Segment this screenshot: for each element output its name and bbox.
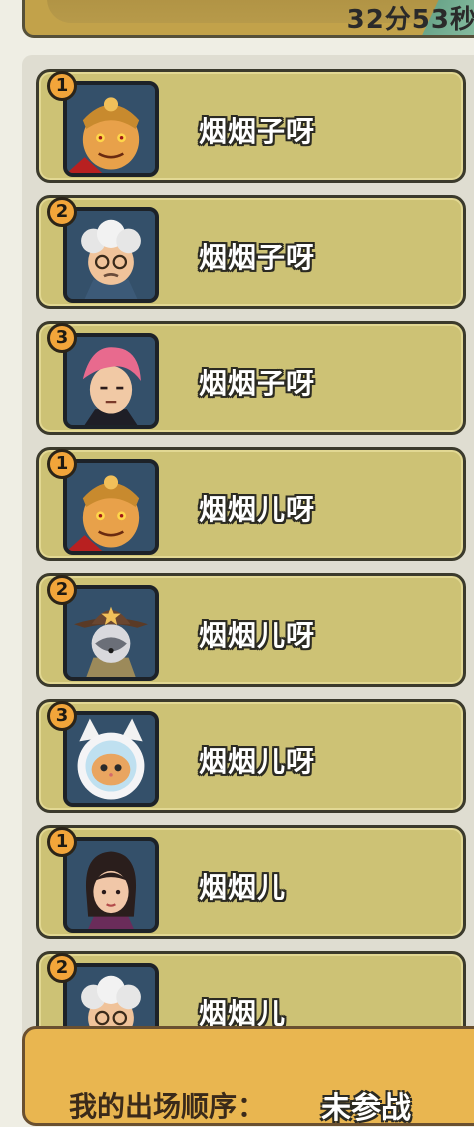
lineup-list[interactable]: 1 烟烟子呀 2 烟烟子呀 3 烟烟子呀 1 烟烟儿呀 2 烟烟儿呀 3 烟烟儿…	[22, 55, 474, 1055]
rank-badge: 1	[47, 449, 77, 479]
player-name: 烟烟儿	[199, 871, 287, 904]
player-name: 烟烟儿呀	[199, 493, 316, 526]
dark-hair-woman-avatar	[63, 837, 159, 933]
white-hair-elder-avatar	[63, 207, 159, 303]
rank-badge: 2	[47, 197, 77, 227]
order-label: 我的出场顺序：	[69, 1090, 266, 1123]
lineup-row[interactable]: 1 烟烟儿呀	[36, 447, 466, 561]
rank-badge: 3	[47, 323, 77, 353]
rank-badge: 1	[47, 71, 77, 101]
top-banner: 32分53秒	[22, 0, 474, 38]
lineup-row[interactable]: 1 烟烟子呀	[36, 69, 466, 183]
order-status: 未参战	[321, 1091, 411, 1126]
player-name: 烟烟子呀	[199, 241, 316, 274]
lineup-row[interactable]: 1 烟烟儿	[36, 825, 466, 939]
lineup-row[interactable]: 2 烟烟子呀	[36, 195, 466, 309]
rank-badge: 3	[47, 701, 77, 731]
rank-badge: 2	[47, 953, 77, 983]
pink-hair-man-avatar	[63, 333, 159, 429]
cowboy-husky-avatar	[63, 585, 159, 681]
my-order-bar: 我的出场顺序： 未参战	[22, 1026, 474, 1126]
player-name: 烟烟子呀	[199, 115, 316, 148]
player-name: 烟烟儿呀	[199, 619, 316, 652]
countdown-timer: 32分53秒	[346, 5, 474, 35]
lineup-row[interactable]: 3 烟烟儿呀	[36, 699, 466, 813]
golden-warrior-avatar	[63, 459, 159, 555]
player-name: 烟烟子呀	[199, 367, 316, 400]
player-name: 烟烟儿呀	[199, 745, 316, 778]
astronaut-cat-avatar	[63, 711, 159, 807]
golden-warrior-avatar	[63, 81, 159, 177]
lineup-row[interactable]: 3 烟烟子呀	[36, 321, 466, 435]
rank-badge: 2	[47, 575, 77, 605]
rank-badge: 1	[47, 827, 77, 857]
lineup-row[interactable]: 2 烟烟儿呀	[36, 573, 466, 687]
